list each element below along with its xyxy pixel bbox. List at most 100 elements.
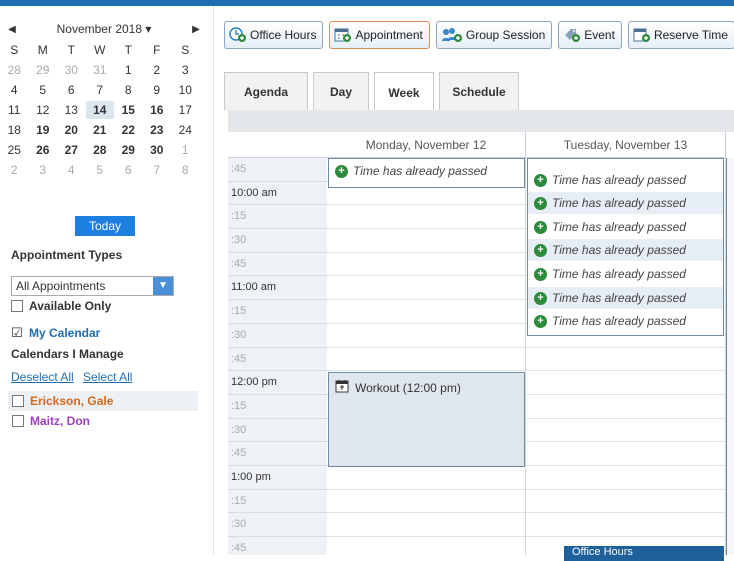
time-slot[interactable] (526, 418, 726, 443)
day-cell[interactable]: 31 (86, 63, 115, 77)
day-cell[interactable]: 21 (86, 123, 115, 137)
day-cell[interactable]: 3 (171, 63, 200, 77)
my-calendar-row[interactable]: ☑ My Calendar (11, 326, 100, 340)
day-cell[interactable]: 10 (171, 83, 200, 97)
day-cell[interactable]: 23 (143, 123, 172, 137)
day-cell[interactable]: 1 (171, 143, 200, 157)
day-cell[interactable]: 30 (143, 143, 172, 157)
time-slot[interactable] (526, 513, 726, 537)
time-slot[interactable] (526, 371, 726, 395)
day-cell[interactable]: 1 (114, 63, 143, 77)
calendar-item-erickson[interactable]: Erickson, Gale (8, 391, 198, 411)
calendar-checkbox[interactable] (12, 415, 24, 427)
chevron-down-icon[interactable]: ▼ (153, 277, 173, 295)
time-slot[interactable] (327, 537, 526, 555)
passed-slot[interactable]: + Time has already passed (528, 216, 723, 238)
group-session-button[interactable]: Group Session (435, 21, 553, 49)
day-cell[interactable]: 24 (171, 123, 200, 137)
time-slot[interactable] (327, 489, 526, 514)
day-cell[interactable]: 11 (0, 103, 29, 117)
calendar-item-maitz[interactable]: Maitz, Don (8, 411, 198, 431)
day-cell[interactable]: 6 (114, 163, 143, 177)
day-cell[interactable]: 29 (114, 143, 143, 157)
passed-slot[interactable]: + Time has already passed (528, 239, 723, 261)
day-cell[interactable]: 5 (29, 83, 58, 97)
day-cell[interactable]: 22 (114, 123, 143, 137)
day-cell[interactable]: 18 (0, 123, 29, 137)
time-slot[interactable] (526, 489, 726, 514)
passed-slot[interactable]: + Time has already passed (528, 169, 723, 191)
tab-agenda[interactable]: Agenda (224, 72, 308, 110)
tab-day[interactable]: Day (313, 72, 369, 110)
passed-slot[interactable]: + Time has already passed (528, 287, 723, 309)
appointment-type-select[interactable]: All Appointments ▼ (11, 276, 174, 296)
time-slot[interactable] (327, 465, 526, 490)
day-cell[interactable]: 29 (29, 63, 58, 77)
event-workout[interactable]: Workout (12:00 pm) (328, 372, 525, 467)
day-cell[interactable]: 9 (143, 83, 172, 97)
day-cell[interactable]: 6 (57, 83, 86, 97)
day-cell[interactable]: 7 (143, 163, 172, 177)
time-slot[interactable] (526, 394, 726, 419)
available-only-checkbox[interactable] (11, 300, 23, 312)
passed-slot[interactable]: + Time has already passed (528, 192, 723, 214)
time-slot[interactable] (327, 513, 526, 537)
day-cell[interactable]: 2 (0, 163, 29, 177)
appointment-button[interactable]: Appointment (329, 21, 430, 49)
day-cell[interactable]: 8 (114, 83, 143, 97)
passed-slot[interactable]: + Time has already passed (528, 263, 723, 285)
day-cell[interactable]: 16 (143, 103, 172, 117)
check-icon[interactable]: ☑ (11, 326, 23, 339)
today-button[interactable]: Today (75, 216, 135, 236)
day-cell[interactable]: 17 (171, 103, 200, 117)
day-cell[interactable]: 27 (57, 143, 86, 157)
day-cell[interactable]: 4 (57, 163, 86, 177)
day-cell[interactable]: 15 (114, 103, 143, 117)
next-month-icon[interactable]: ▶ (188, 24, 204, 35)
day-cell[interactable]: 8 (171, 163, 200, 177)
time-slot[interactable] (526, 347, 726, 372)
time-slot[interactable] (526, 442, 726, 466)
event-button[interactable]: Event (558, 21, 622, 49)
calendar-checkbox[interactable] (12, 395, 24, 407)
reserve-time-button[interactable]: Reserve Time (627, 21, 734, 49)
available-only-row[interactable]: Available Only (11, 299, 111, 313)
time-slot[interactable] (327, 347, 526, 372)
deselect-all-link[interactable]: Deselect All (11, 370, 74, 384)
passed-slot[interactable]: + Time has already passed (329, 160, 519, 182)
month-selector[interactable]: November 2018 ▾ (20, 22, 188, 36)
tab-week[interactable]: Week (374, 72, 434, 112)
day-cell[interactable]: 5 (86, 163, 115, 177)
day-cell-today[interactable]: 14 (85, 101, 114, 119)
passed-slot[interactable]: + Time has already passed (528, 310, 723, 332)
day-cell[interactable]: 28 (0, 63, 29, 77)
office-hours-button[interactable]: Office Hours (224, 21, 324, 49)
day-cell[interactable]: 28 (86, 143, 115, 157)
time-slot[interactable] (327, 229, 526, 253)
day-cell[interactable]: 3 (29, 163, 58, 177)
time-slot[interactable] (327, 276, 526, 301)
day-cell[interactable]: 25 (0, 143, 29, 157)
prev-month-icon[interactable]: ◀ (4, 24, 20, 35)
tab-schedule[interactable]: Schedule (439, 72, 519, 110)
time-slot[interactable] (327, 300, 526, 324)
select-all-link[interactable]: Select All (83, 370, 132, 384)
day-cell[interactable]: 26 (29, 143, 58, 157)
passed-block-tuesday[interactable]: + Time has already passed + Time has alrea… (527, 158, 724, 336)
passed-block-monday[interactable]: + Time has already passed (328, 158, 525, 188)
day-cell[interactable]: 12 (29, 103, 58, 117)
day-cell[interactable]: 7 (86, 83, 115, 97)
day-cell[interactable]: 13 (57, 103, 86, 117)
time-label: :15 (228, 300, 327, 324)
day-cell[interactable]: 2 (143, 63, 172, 77)
office-hours-popup[interactable]: Office Hours (564, 546, 724, 561)
day-cell[interactable]: 30 (57, 63, 86, 77)
time-slot[interactable] (327, 323, 526, 348)
my-calendar-label[interactable]: My Calendar (29, 326, 100, 340)
time-slot[interactable] (327, 252, 526, 277)
day-cell[interactable]: 4 (0, 83, 29, 97)
day-cell[interactable]: 20 (57, 123, 86, 137)
day-cell[interactable]: 19 (29, 123, 58, 137)
time-slot[interactable] (526, 465, 726, 490)
time-slot[interactable] (327, 205, 526, 230)
